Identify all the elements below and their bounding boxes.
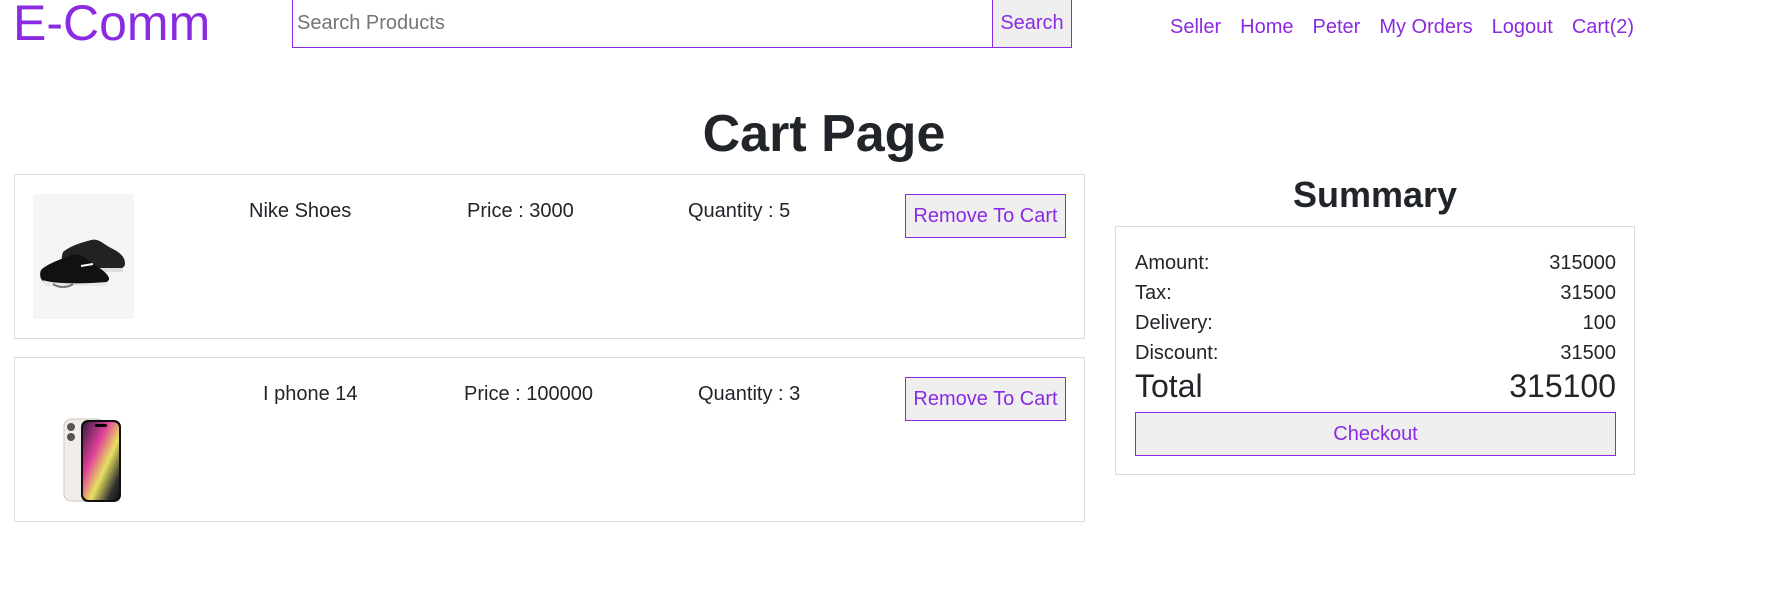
- site-logo[interactable]: E-Comm: [13, 0, 210, 51]
- item-price: Price : 3000: [467, 200, 574, 222]
- delivery-value: 100: [1582, 312, 1616, 334]
- nav-link-cart[interactable]: Cart(2): [1572, 15, 1634, 39]
- amount-value: 315000: [1549, 252, 1616, 274]
- summary-title: Summary: [1292, 174, 1458, 215]
- delivery-label: Delivery:: [1135, 312, 1213, 334]
- tax-label: Tax:: [1135, 282, 1172, 304]
- remove-from-cart-button[interactable]: Remove To Cart: [905, 194, 1066, 238]
- cart-item: Nike Shoes Price : 3000 Quantity : 5 Rem…: [14, 174, 1085, 339]
- order-summary: Amount: 315000 Tax: 31500 Delivery: 100 …: [1115, 226, 1635, 475]
- search-bar: Search: [292, 0, 1072, 48]
- checkout-button[interactable]: Checkout: [1135, 412, 1616, 456]
- nav-link-logout[interactable]: Logout: [1492, 15, 1553, 39]
- total-label: Total: [1135, 368, 1203, 404]
- summary-row-tax: Tax: 31500: [1135, 281, 1616, 305]
- nav-link-home[interactable]: Home: [1240, 15, 1293, 39]
- item-name: I phone 14: [263, 383, 358, 405]
- sneaker-image[interactable]: [33, 194, 134, 319]
- item-quantity: Quantity : 5: [688, 200, 791, 222]
- page-title: Cart Page: [702, 105, 946, 163]
- item-name: Nike Shoes: [249, 200, 352, 222]
- nav-link-user[interactable]: Peter: [1313, 15, 1361, 39]
- discount-value: 31500: [1560, 342, 1616, 364]
- discount-label: Discount:: [1135, 342, 1219, 364]
- remove-from-cart-button[interactable]: Remove To Cart: [905, 377, 1066, 421]
- total-value: 315100: [1509, 368, 1616, 404]
- cart-item: I phone 14 Price : 100000 Quantity : 3 R…: [14, 357, 1085, 522]
- summary-row-discount: Discount: 31500: [1135, 341, 1616, 365]
- item-quantity: Quantity : 3: [698, 383, 801, 405]
- nav-link-my-orders[interactable]: My Orders: [1379, 15, 1472, 39]
- top-nav: Seller Home Peter My Orders Logout Cart(…: [1170, 15, 1653, 39]
- nav-link-seller[interactable]: Seller: [1170, 15, 1221, 39]
- summary-row-delivery: Delivery: 100: [1135, 311, 1616, 335]
- phone-image[interactable]: [33, 377, 134, 502]
- tax-value: 31500: [1560, 282, 1616, 304]
- search-input[interactable]: [293, 0, 992, 47]
- item-price: Price : 100000: [464, 383, 593, 405]
- search-button[interactable]: Search: [992, 0, 1071, 47]
- summary-row-total: Total 315100: [1135, 368, 1616, 404]
- amount-label: Amount:: [1135, 252, 1210, 274]
- summary-row-amount: Amount: 315000: [1135, 251, 1616, 275]
